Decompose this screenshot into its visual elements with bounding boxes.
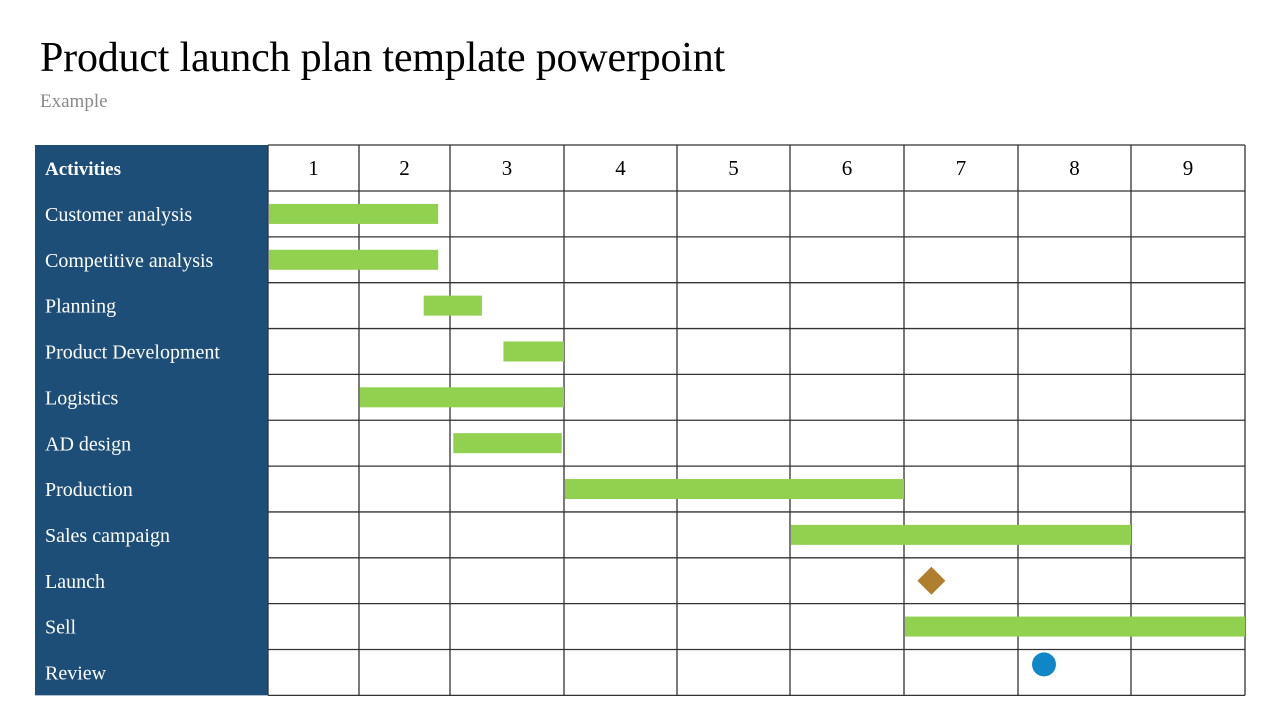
period-label-3: 3: [502, 156, 513, 180]
period-label-5: 5: [728, 156, 739, 180]
task-bar-logistics: [360, 387, 564, 408]
task-bar-production: [565, 479, 904, 500]
period-label-8: 8: [1069, 156, 1080, 180]
period-label-7: 7: [956, 156, 967, 180]
task-bar-customer-analysis: [269, 203, 439, 224]
activity-label: Product Development: [45, 342, 220, 364]
activity-label: Competitive analysis: [45, 250, 214, 272]
activity-label: Production: [45, 479, 133, 501]
task-bar-ad-design: [453, 433, 562, 454]
activities-panel: [35, 145, 268, 696]
activity-label: Sell: [45, 617, 77, 639]
milestone-circle-review: [1031, 652, 1056, 677]
period-label-1: 1: [308, 156, 319, 180]
task-bar-sales-campaign: [791, 524, 1131, 545]
activity-label: Sales campaign: [45, 525, 170, 547]
activity-label: Launch: [45, 571, 105, 593]
activity-label: Logistics: [45, 387, 119, 409]
task-bar-sell: [905, 616, 1245, 637]
task-bar-product-development: [503, 341, 564, 362]
period-label-6: 6: [842, 156, 853, 180]
milestone-diamond-launch: [917, 566, 946, 595]
activity-label: Review: [45, 663, 107, 685]
task-bar-planning: [423, 295, 482, 316]
period-label-9: 9: [1183, 156, 1194, 180]
period-label-4: 4: [615, 156, 626, 180]
task-bar-competitive-analysis: [269, 249, 439, 270]
gantt-chart: Activities 1 2 3 4 5 6 7 8 9 Customer analysis Comp…: [35, 144, 1246, 696]
activities-header: Activities: [45, 159, 121, 180]
activity-label: AD design: [45, 433, 131, 455]
activity-label: Planning: [45, 296, 116, 318]
period-label-2: 2: [399, 156, 410, 180]
activity-label: Customer analysis: [45, 204, 192, 226]
